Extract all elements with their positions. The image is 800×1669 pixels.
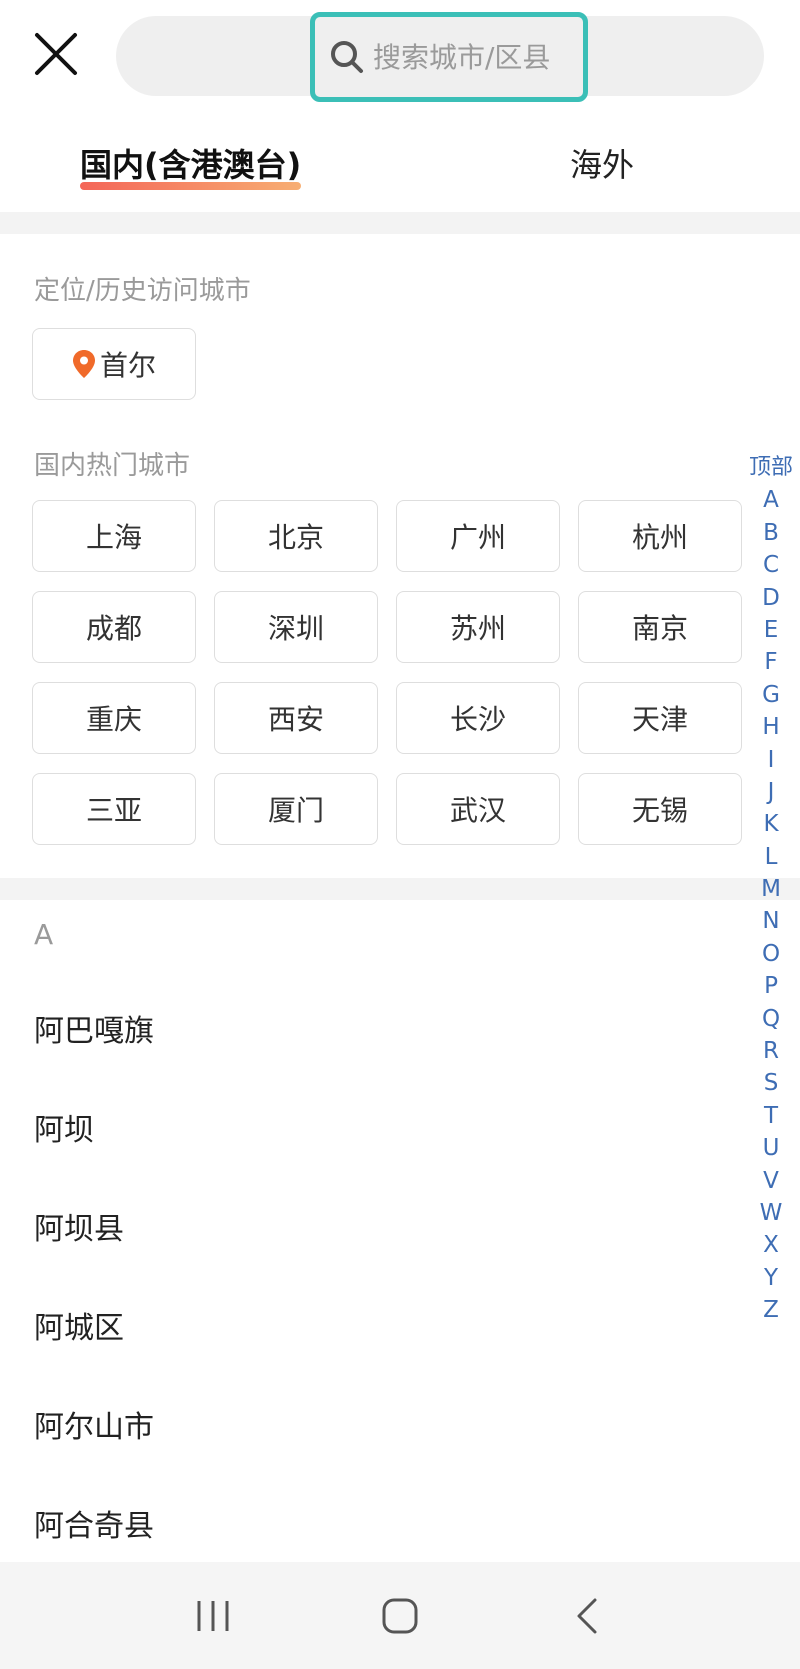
index-letter[interactable]: U [763,1132,780,1164]
index-letter[interactable]: L [765,841,778,873]
hot-city-label: 长沙 [449,703,506,736]
index-top[interactable]: 顶部 [742,452,800,484]
hot-city-chip[interactable]: 武汉 [396,773,560,845]
search-field[interactable] [310,12,588,102]
tab-domestic[interactable]: 国内(含港澳台) [80,140,302,190]
index-letter[interactable]: C [763,549,779,581]
index-letter[interactable]: Z [763,1294,779,1326]
index-letter[interactable]: E [764,614,779,646]
back-button[interactable] [547,1576,627,1656]
hot-city-chip[interactable]: 西安 [214,682,378,754]
index-letter[interactable]: M [761,873,781,905]
recent-apps-button[interactable] [173,1576,253,1656]
location-pin-icon [72,349,96,379]
city-group-header: A [34,918,54,951]
hot-city-chip[interactable]: 长沙 [396,682,560,754]
section-divider [0,878,800,900]
section-divider [0,212,800,234]
hot-city-chip[interactable]: 杭州 [578,500,742,572]
tab-overseas-label: 海外 [570,146,635,184]
hot-city-label: 南京 [631,612,688,645]
city-list-item[interactable]: 阿合奇县 [34,1501,154,1545]
hot-city-label: 天津 [631,703,688,736]
alphabet-index: 顶部 A B C D E F G H I J K L M N O P Q R S… [742,452,800,1327]
hot-city-label: 上海 [85,521,142,554]
index-letter[interactable]: K [763,808,778,840]
index-letter[interactable]: Y [764,1262,778,1294]
tab-domestic-label: 国内(含港澳台) [80,146,302,184]
index-letter[interactable]: G [762,679,780,711]
index-letter[interactable]: Q [762,1003,780,1035]
close-icon [35,33,77,75]
hot-city-chip[interactable]: 深圳 [214,591,378,663]
city-list-item[interactable]: 阿坝县 [34,1204,124,1248]
hot-city-chip[interactable]: 广州 [396,500,560,572]
hot-city-chip[interactable]: 北京 [214,500,378,572]
hot-city-label: 深圳 [267,612,324,645]
hot-city-chip[interactable]: 苏州 [396,591,560,663]
hot-city-label: 杭州 [631,521,688,554]
index-letter[interactable]: W [760,1197,783,1229]
recent-apps-icon [197,1600,229,1631]
index-letter[interactable]: V [763,1165,779,1197]
index-letter[interactable]: N [762,905,779,937]
hot-city-label: 三亚 [85,794,142,827]
search-icon [331,41,363,73]
hot-city-chip[interactable]: 成都 [32,591,196,663]
header [0,0,800,110]
close-button[interactable] [24,22,88,86]
hot-city-chip[interactable]: 重庆 [32,682,196,754]
hot-city-chip[interactable]: 南京 [578,591,742,663]
index-letter[interactable]: O [762,938,780,970]
hot-city-label: 重庆 [85,703,142,736]
index-letter[interactable]: J [768,776,775,808]
hot-city-chip[interactable]: 上海 [32,500,196,572]
hot-city-label: 广州 [449,521,506,554]
region-tabs: 国内(含港澳台) 海外 [0,130,800,210]
hot-city-label: 武汉 [449,794,506,827]
city-list-item[interactable]: 阿尔山市 [34,1402,154,1446]
index-letter[interactable]: P [764,970,778,1002]
current-location-label: 首尔 [99,349,156,382]
tab-overseas[interactable]: 海外 [570,140,634,186]
hot-city-label: 苏州 [449,612,506,645]
system-nav-bar [0,1562,800,1669]
index-letter[interactable]: B [763,517,779,549]
location-section-label: 定位/历史访问城市 [34,276,251,306]
hot-city-chip[interactable]: 厦门 [214,773,378,845]
index-letter[interactable]: T [764,1100,778,1132]
city-list-item[interactable]: 阿坝 [34,1105,94,1149]
index-letter[interactable]: R [763,1035,779,1067]
index-letter[interactable]: A [763,484,779,516]
index-letter[interactable]: H [762,711,779,743]
hot-city-label: 北京 [267,521,324,554]
hot-city-chip[interactable]: 天津 [578,682,742,754]
hot-city-label: 西安 [267,703,324,736]
home-icon [382,1598,418,1633]
hot-city-label: 无锡 [631,794,688,827]
index-letter[interactable]: S [764,1067,779,1099]
hot-city-label: 成都 [85,612,142,645]
back-icon [577,1598,597,1633]
hot-city-chip[interactable]: 三亚 [32,773,196,845]
city-list-item[interactable]: 阿城区 [34,1303,124,1347]
search-input[interactable] [373,40,573,74]
home-button[interactable] [360,1576,440,1656]
current-location-chip[interactable]: 首尔 [32,328,196,400]
index-letter[interactable]: F [764,646,777,678]
hot-city-label: 厦门 [267,794,324,827]
index-letter[interactable]: D [762,582,780,614]
index-letter[interactable]: I [768,744,775,776]
hot-city-chip[interactable]: 无锡 [578,773,742,845]
index-letter[interactable]: X [763,1229,779,1261]
city-list-item[interactable]: 阿巴嘎旗 [34,1006,154,1050]
hot-cities-label: 国内热门城市 [34,451,191,481]
